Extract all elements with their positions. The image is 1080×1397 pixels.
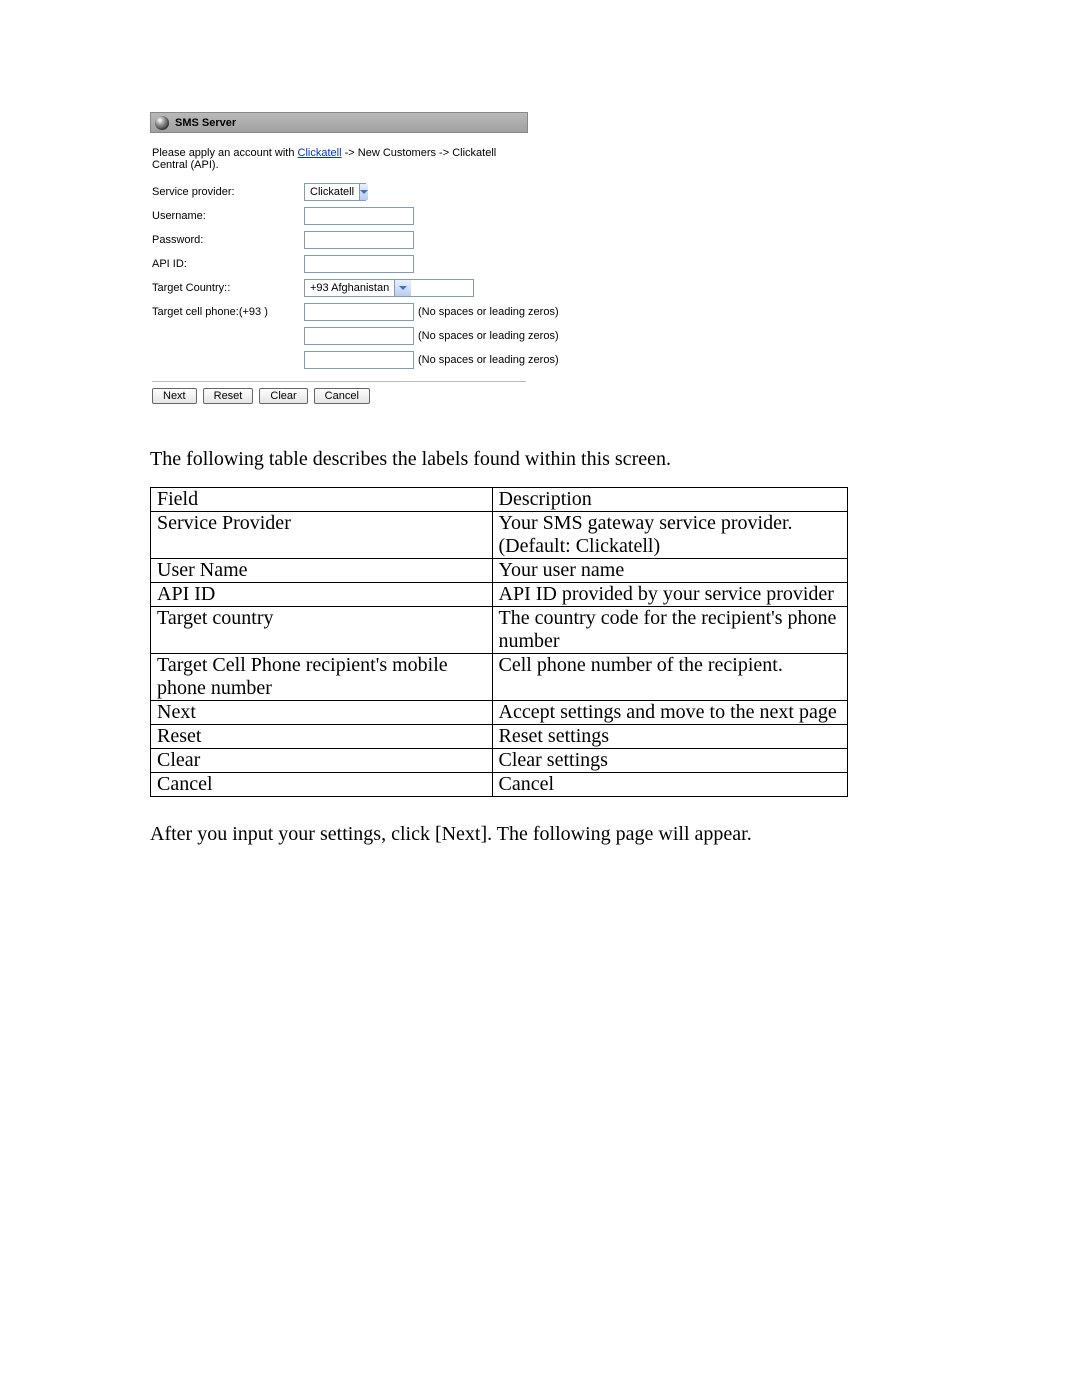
target-country-value: +93 Afghanistan xyxy=(305,282,394,294)
label-target-cell-phone: Target cell phone:(+93 ) xyxy=(152,306,304,318)
table-row: User Name Your user name xyxy=(151,559,848,583)
table-row: Service Provider Your SMS gateway servic… xyxy=(151,512,848,559)
panel-header: SMS Server xyxy=(150,112,528,133)
description-cell: Accept settings and move to the next pag… xyxy=(492,701,848,725)
label-username: Username: xyxy=(152,210,304,222)
button-bar: Next Reset Clear Cancel xyxy=(152,381,526,404)
field-description-table: Field Description Service Provider Your … xyxy=(150,487,848,797)
description-cell: Cell phone number of the recipient. xyxy=(492,654,848,701)
next-button[interactable]: Next xyxy=(152,388,197,404)
table-row: Next Accept settings and move to the nex… xyxy=(151,701,848,725)
sphere-icon xyxy=(155,116,169,130)
phone-hint-3: (No spaces or leading zeros) xyxy=(418,354,559,366)
label-target-country: Target Country:: xyxy=(152,282,304,294)
field-cell: Next xyxy=(151,701,493,725)
description-cell: Your SMS gateway service provider. (Defa… xyxy=(492,512,848,559)
table-row: Cancel Cancel xyxy=(151,773,848,797)
service-provider-select[interactable]: Clickatell xyxy=(304,183,366,201)
field-cell: Clear xyxy=(151,749,493,773)
intro-text: The following table describes the labels… xyxy=(150,448,930,471)
outro-text: After you input your settings, click [Ne… xyxy=(150,823,930,846)
sms-server-panel: SMS Server Please apply an account with … xyxy=(150,112,528,404)
field-cell: Target country xyxy=(151,607,493,654)
target-country-select[interactable]: +93 Afghanistan xyxy=(304,279,474,297)
label-password: Password: xyxy=(152,234,304,246)
phone-hint-1: (No spaces or leading zeros) xyxy=(418,306,559,318)
apply-instructions: Please apply an account with Clickatell … xyxy=(152,141,526,181)
clickatell-link[interactable]: Clickatell xyxy=(298,147,342,159)
field-cell: User Name xyxy=(151,559,493,583)
field-cell: Target Cell Phone recipient's mobile pho… xyxy=(151,654,493,701)
description-cell: Cancel xyxy=(492,773,848,797)
table-header-field: Field xyxy=(151,488,493,512)
chevron-down-icon xyxy=(359,184,368,200)
clear-button[interactable]: Clear xyxy=(259,388,307,404)
table-row: API ID API ID provided by your service p… xyxy=(151,583,848,607)
panel-title: SMS Server xyxy=(175,117,236,129)
apply-prefix: Please apply an account with xyxy=(152,147,298,159)
table-row: Reset Reset settings xyxy=(151,725,848,749)
field-cell: API ID xyxy=(151,583,493,607)
description-cell: The country code for the recipient's pho… xyxy=(492,607,848,654)
table-row: Target Cell Phone recipient's mobile pho… xyxy=(151,654,848,701)
username-input[interactable] xyxy=(304,207,414,225)
description-cell: Reset settings xyxy=(492,725,848,749)
reset-button[interactable]: Reset xyxy=(203,388,254,404)
description-cell: API ID provided by your service provider xyxy=(492,583,848,607)
field-cell: Reset xyxy=(151,725,493,749)
password-input[interactable] xyxy=(304,231,414,249)
description-cell: Your user name xyxy=(492,559,848,583)
target-cell-phone-input-3[interactable] xyxy=(304,351,414,369)
label-api-id: API ID: xyxy=(152,258,304,270)
label-service-provider: Service provider: xyxy=(152,186,304,198)
field-cell: Cancel xyxy=(151,773,493,797)
target-cell-phone-input-1[interactable] xyxy=(304,303,414,321)
chevron-down-icon xyxy=(394,280,411,296)
target-cell-phone-input-2[interactable] xyxy=(304,327,414,345)
description-cell: Clear settings xyxy=(492,749,848,773)
api-id-input[interactable] xyxy=(304,255,414,273)
table-row: Target country The country code for the … xyxy=(151,607,848,654)
table-header-description: Description xyxy=(492,488,848,512)
cancel-button[interactable]: Cancel xyxy=(314,388,370,404)
phone-hint-2: (No spaces or leading zeros) xyxy=(418,330,559,342)
service-provider-value: Clickatell xyxy=(305,186,359,198)
table-row: Clear Clear settings xyxy=(151,749,848,773)
field-cell: Service Provider xyxy=(151,512,493,559)
